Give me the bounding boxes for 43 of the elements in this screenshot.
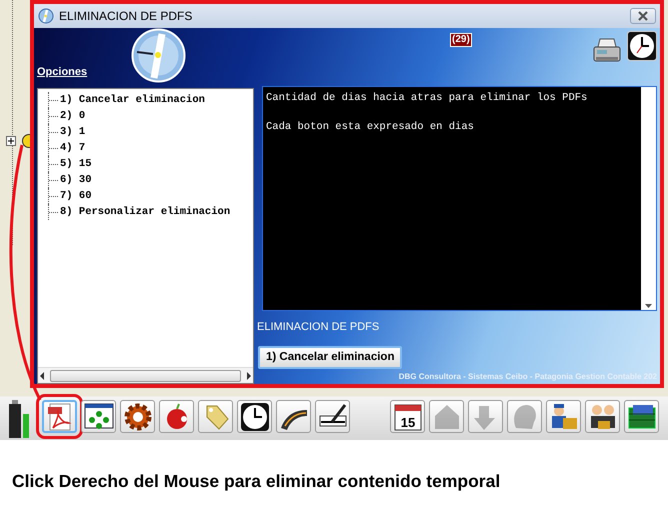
toolbar-button[interactable]: [585, 400, 620, 433]
toolbar-button[interactable]: [120, 400, 155, 433]
clock-icon[interactable]: [627, 31, 657, 61]
toolbar-button[interactable]: 15: [390, 400, 425, 433]
tree-item[interactable]: 5) 15: [60, 156, 92, 172]
info-text-area[interactable]: Cantidad de dias hacia atras para eliminar los PDFs Cada boton esta expresado en dias: [262, 86, 657, 311]
toolbar-button[interactable]: [624, 400, 659, 433]
toolbar-button[interactable]: [276, 400, 311, 433]
tree-item[interactable]: 2) 0: [60, 108, 86, 124]
horizontal-scrollbar[interactable]: [38, 367, 253, 383]
scroll-left-icon[interactable]: [38, 372, 46, 380]
caption-text: Click Derecho del Mouse para eliminar contenido temporal: [11, 470, 502, 493]
options-link[interactable]: Opciones: [37, 64, 88, 80]
tree-item[interactable]: 7) 60: [60, 188, 92, 204]
tree-item[interactable]: 1) Cancelar eliminacion: [60, 92, 205, 108]
smiley-icon: [22, 134, 30, 148]
close-icon: [637, 11, 649, 21]
toolbar-button[interactable]: [237, 400, 272, 433]
clock-icon: [240, 402, 270, 432]
tree-item[interactable]: 8) Personalizar eliminacion: [60, 204, 230, 220]
window-title: ELIMINACION DE PDFS: [59, 8, 192, 25]
app-logo-icon: [38, 8, 54, 24]
info-line: Cantidad de dias hacia atras para eliminar los PDFs: [266, 91, 588, 106]
info-line: Cada boton esta expresado en dias: [266, 120, 475, 135]
close-button[interactable]: [630, 8, 656, 24]
network-window-icon: [84, 402, 114, 432]
toolbar-button[interactable]: [546, 400, 581, 433]
tree-item[interactable]: 3) 1: [60, 124, 86, 140]
cancel-button[interactable]: 1) Cancelar eliminacion: [258, 346, 402, 369]
expand-icon[interactable]: [6, 136, 16, 146]
count-badge: (29): [450, 33, 472, 47]
toolbar-button[interactable]: [315, 400, 350, 433]
gear-icon: [122, 402, 152, 432]
scrollbar-thumb[interactable]: [50, 370, 241, 382]
compass-logo-icon: [131, 28, 186, 83]
battery-icon: [8, 400, 30, 438]
tree-item[interactable]: 6) 30: [60, 172, 92, 188]
tree-item[interactable]: 4) 7: [60, 140, 86, 156]
scroll-down-icon[interactable]: [644, 301, 653, 310]
day-number: 15: [400, 414, 415, 430]
toolbar-button[interactable]: [81, 400, 116, 433]
scroll-right-icon[interactable]: [245, 372, 253, 380]
section-label: ELIMINACION DE PDFS: [257, 320, 380, 335]
